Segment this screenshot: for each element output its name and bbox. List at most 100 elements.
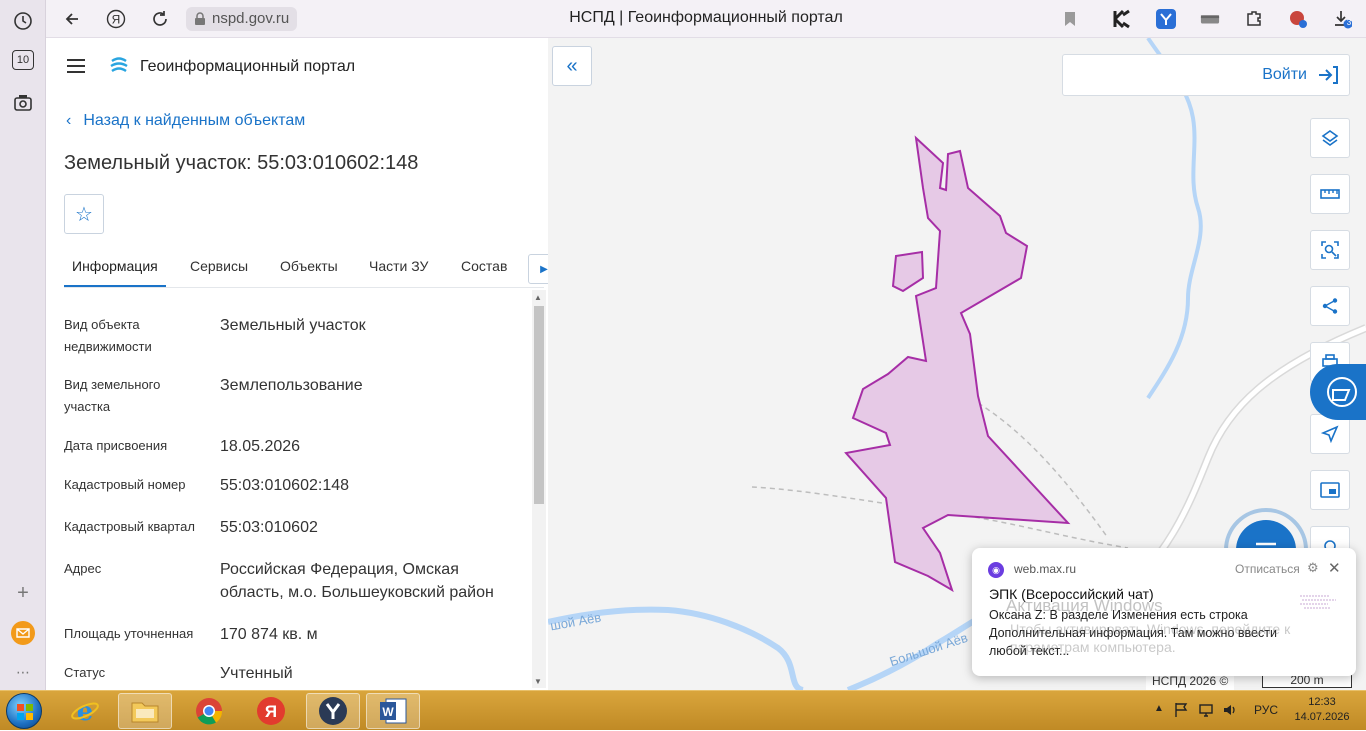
- clock[interactable]: 12:33 14.07.2026: [1292, 695, 1352, 725]
- mail-icon[interactable]: [11, 621, 35, 645]
- windows-taskbar: e Я W ▲ РУС 12:33 14.07.2026: [0, 690, 1366, 730]
- system-tray: ▲ РУС 12:33 14.07.2026: [1150, 691, 1366, 731]
- portal-logo-icon: [108, 55, 130, 82]
- tabs-count-button[interactable]: 10: [12, 50, 34, 70]
- ie-icon: e: [71, 697, 99, 726]
- share-button[interactable]: [1310, 286, 1350, 326]
- assistant-icon: [1327, 377, 1357, 407]
- downloads-icon[interactable]: 3: [1332, 9, 1352, 29]
- navigation-arrow-icon: [1321, 425, 1339, 443]
- yandex-messenger-app[interactable]: [306, 693, 360, 729]
- close-icon[interactable]: ✕: [1328, 559, 1341, 577]
- ruler-button[interactable]: [1310, 174, 1350, 214]
- tab-objects[interactable]: Объекты: [280, 258, 338, 274]
- property-label: Вид земельного участка: [64, 377, 161, 414]
- login-button[interactable]: Войти: [1062, 54, 1350, 96]
- browser-toolbar: Я nspd.gov.ru НСПД | Геоинформационный п…: [46, 0, 1366, 38]
- drive-extension-icon[interactable]: [1200, 9, 1220, 29]
- svg-text:W: W: [382, 705, 394, 719]
- extension-badge-icon[interactable]: [1288, 9, 1308, 29]
- bookmark-icon[interactable]: [1060, 9, 1080, 29]
- unsubscribe-link[interactable]: Отписаться: [1235, 562, 1300, 576]
- tab-services[interactable]: Сервисы: [190, 258, 248, 274]
- notification-site: web.max.ru: [1014, 562, 1077, 576]
- tab-information[interactable]: Информация: [72, 258, 158, 274]
- login-label: Войти: [1262, 66, 1307, 83]
- yandex-browser-icon: Я: [257, 697, 285, 725]
- scrollbar-thumb[interactable]: [534, 306, 544, 504]
- language-indicator[interactable]: РУС: [1254, 703, 1278, 717]
- browser-notification[interactable]: ◉ web.max.ru Отписаться ⚙ ✕ ЭПК (Всеросс…: [972, 548, 1356, 676]
- scroll-up-icon[interactable]: ▲: [534, 293, 542, 302]
- internet-explorer-app[interactable]: e: [58, 693, 112, 729]
- network-icon[interactable]: [1198, 702, 1214, 723]
- collapse-panel-button[interactable]: «: [552, 46, 592, 86]
- minimap-icon: [1320, 482, 1340, 498]
- yandex-browser-app[interactable]: Я: [244, 693, 298, 729]
- property-label: Площадь уточненная: [64, 626, 194, 641]
- info-tabs: Информация Сервисы Объекты Части ЗУ Сост…: [64, 250, 560, 288]
- chrome-icon: [196, 698, 223, 725]
- property-label: Кадастровый квартал: [64, 519, 195, 534]
- volume-icon[interactable]: [1222, 702, 1238, 723]
- property-value: 18.05.2026: [220, 438, 301, 455]
- caret-right-icon: ▶: [540, 263, 548, 275]
- back-to-results-link[interactable]: ‹ Назад к найденным объектам: [66, 112, 305, 130]
- add-icon[interactable]: +: [11, 581, 35, 605]
- layers-button[interactable]: [1310, 118, 1350, 158]
- more-icon[interactable]: ⋯: [11, 660, 35, 684]
- flag-icon[interactable]: [1174, 702, 1188, 723]
- back-link-label: Назад к найденным объектам: [83, 112, 306, 129]
- messenger-extension-icon[interactable]: [1156, 9, 1176, 29]
- parcel-fragment[interactable]: [891, 250, 925, 293]
- folder-icon: [131, 702, 159, 723]
- login-icon: [1317, 65, 1339, 90]
- notification-thumbnail: [1300, 595, 1336, 609]
- kontur-extension-icon[interactable]: [1112, 9, 1132, 29]
- tab-parts[interactable]: Части ЗУ: [369, 258, 428, 274]
- property-value: 55:03:010602: [220, 519, 318, 536]
- property-value: Земельный участок: [220, 317, 366, 334]
- file-explorer-app[interactable]: [118, 693, 172, 729]
- property-value: 170 874 кв. м: [220, 626, 318, 643]
- word-app[interactable]: W: [366, 693, 420, 729]
- favorite-button[interactable]: ☆: [64, 194, 104, 234]
- property-list: Вид объекта недвижимости Земельный участ…: [64, 304, 524, 690]
- property-label: Адрес: [64, 561, 102, 576]
- chrome-app[interactable]: [182, 693, 236, 729]
- property-value: 55:03:010602:148: [220, 477, 350, 494]
- double-chevron-left-icon: «: [566, 54, 578, 77]
- browser-side-rail: 10 + ⋯: [0, 0, 46, 690]
- navigation-button[interactable]: [1310, 414, 1350, 454]
- select-area-button[interactable]: [1310, 230, 1350, 270]
- active-tab-indicator: [64, 285, 166, 287]
- minimap-button[interactable]: [1310, 470, 1350, 510]
- assistant-button[interactable]: [1310, 364, 1366, 420]
- property-label: Дата присвоения: [64, 438, 168, 453]
- tray-expand-icon[interactable]: ▲: [1154, 703, 1164, 714]
- property-value: Учтенный: [220, 665, 293, 682]
- downloads-badge: 3: [1346, 18, 1352, 27]
- ruler-icon: [1320, 189, 1340, 199]
- puzzle-extension-icon[interactable]: [1244, 9, 1264, 29]
- star-icon: ☆: [75, 203, 93, 226]
- property-label: Кадастровый номер: [64, 477, 186, 492]
- start-button[interactable]: [6, 693, 42, 729]
- select-area-icon: [1321, 241, 1339, 259]
- history-icon[interactable]: [11, 9, 35, 33]
- svg-text:Я: Я: [265, 702, 277, 721]
- gear-icon[interactable]: ⚙: [1307, 560, 1319, 576]
- windows-logo-icon: [17, 704, 33, 720]
- tab-composition[interactable]: Состав: [461, 258, 507, 274]
- screenshot-icon[interactable]: [11, 91, 35, 115]
- hamburger-menu-icon[interactable]: [66, 58, 86, 79]
- property-label: Статус: [64, 665, 106, 680]
- parcel-polygon[interactable]: [844, 135, 1071, 593]
- scroll-down-icon[interactable]: ▼: [534, 677, 542, 686]
- messenger-icon: [319, 697, 347, 725]
- object-info-panel: Геоинформационный портал ‹ Назад к найден…: [48, 38, 560, 690]
- property-value: Российская Федерация, Омская область, м.…: [220, 561, 494, 601]
- share-icon: [1322, 298, 1338, 314]
- chevron-left-icon: ‹: [66, 112, 72, 129]
- tabs-count: 10: [16, 54, 30, 66]
